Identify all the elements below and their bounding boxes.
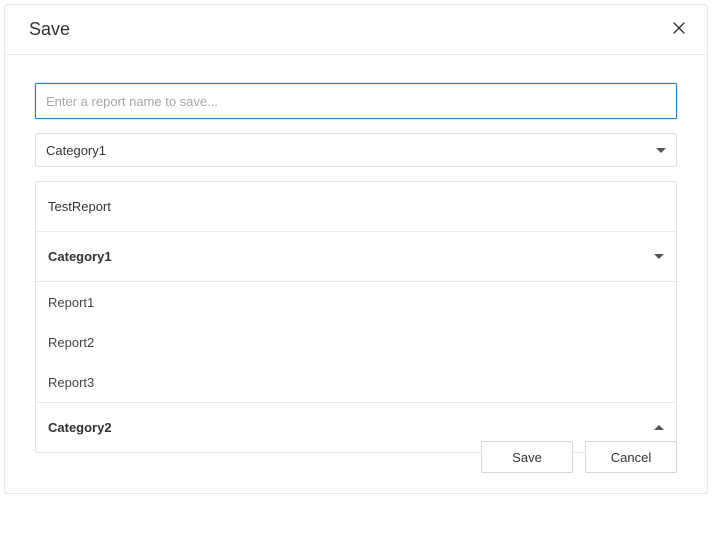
report-name-input[interactable] bbox=[35, 83, 677, 119]
list-item[interactable]: TestReport bbox=[36, 182, 676, 232]
list-item[interactable]: Report2 bbox=[36, 322, 676, 362]
category-select[interactable]: Category1 bbox=[35, 133, 677, 167]
dialog-footer: Save Cancel bbox=[481, 441, 677, 473]
category-header[interactable]: Category1 bbox=[36, 232, 676, 282]
save-button-label: Save bbox=[512, 450, 542, 465]
category-header-label: Category1 bbox=[48, 249, 112, 264]
list-item[interactable]: Report3 bbox=[36, 362, 676, 402]
reports-listbox: TestReport Category1 Report1 Report2 Rep… bbox=[35, 181, 677, 453]
save-dialog: Save Category1 TestReport Category1 Repo… bbox=[4, 4, 708, 494]
list-item-label: TestReport bbox=[48, 199, 111, 214]
close-icon bbox=[673, 21, 685, 39]
save-button[interactable]: Save bbox=[481, 441, 573, 473]
list-item[interactable]: Report1 bbox=[36, 282, 676, 322]
dialog-title: Save bbox=[29, 19, 70, 40]
dialog-titlebar: Save bbox=[5, 5, 707, 55]
chevron-down-icon bbox=[656, 148, 666, 153]
chevron-down-icon bbox=[654, 254, 664, 259]
list-item-label: Report2 bbox=[48, 335, 94, 350]
list-item-label: Report1 bbox=[48, 295, 94, 310]
cancel-button[interactable]: Cancel bbox=[585, 441, 677, 473]
list-item-label: Report3 bbox=[48, 375, 94, 390]
category-select-value: Category1 bbox=[46, 143, 106, 158]
close-button[interactable] bbox=[669, 20, 689, 40]
chevron-up-icon bbox=[654, 425, 664, 430]
category-header-label: Category2 bbox=[48, 420, 112, 435]
dialog-body: Category1 TestReport Category1 Report1 R… bbox=[5, 55, 707, 453]
cancel-button-label: Cancel bbox=[611, 450, 651, 465]
